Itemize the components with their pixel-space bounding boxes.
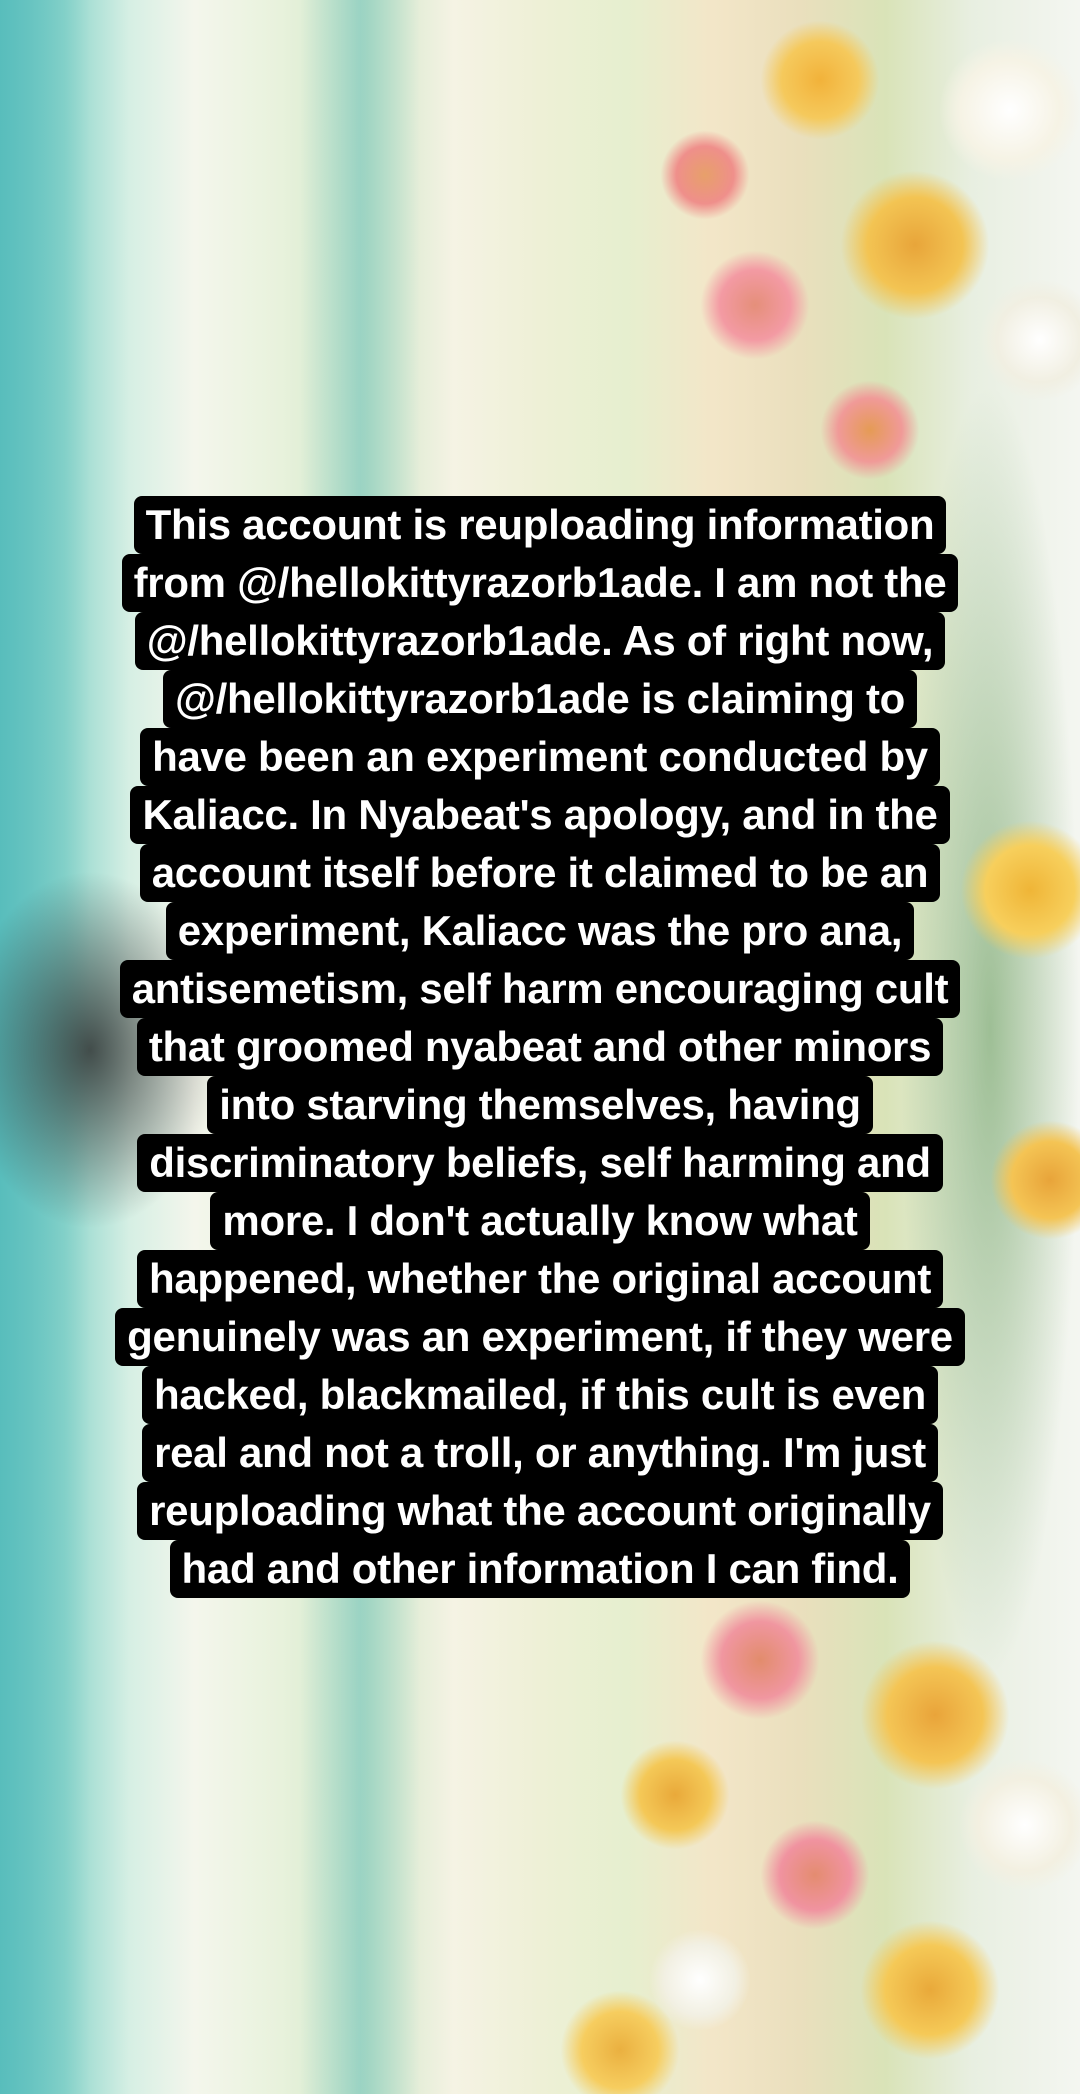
story-text-line: into starving themselves, having [207,1076,873,1134]
story-text-line: antisemetism, self harm encouraging cult [119,960,961,1018]
story-text-line: discriminatory beliefs, self harming and [137,1134,943,1192]
story-text-line: real and not a troll, or anything. I'm j… [142,1424,938,1482]
story-text-line: happened, whether the original account [136,1250,944,1308]
story-text-line: @/hellokittyrazorb1ade is claiming to [162,670,918,728]
story-text-line: This account is reuploading information [133,496,947,554]
story-text-line: Kaliacc. In Nyabeat's apology, and in th… [130,786,950,844]
story-text-overlay: This account is reuploading information … [0,496,1080,1598]
story-text-line: from @/hellokittyrazorb1ade. I am not th… [121,554,959,612]
story-text-line: genuinely was an experiment, if they wer… [115,1308,965,1366]
story-text-line: have been an experiment conducted by [140,728,940,786]
story-text-line: more. I don't actually know what [210,1192,870,1250]
story-text-line: reuploading what the account originally [137,1482,943,1540]
story-text-line: hacked, blackmailed, if this cult is eve… [141,1366,938,1424]
story-text-line: account itself before it claimed to be a… [139,844,941,902]
story-text-line: experiment, Kaliacc was the pro ana, [165,902,915,960]
story-text-line: that groomed nyabeat and other minors [136,1018,944,1076]
story-text-line: @/hellokittyrazorb1ade. As of right now, [134,612,946,670]
story-text-line: had and other information I can find. [169,1540,911,1598]
